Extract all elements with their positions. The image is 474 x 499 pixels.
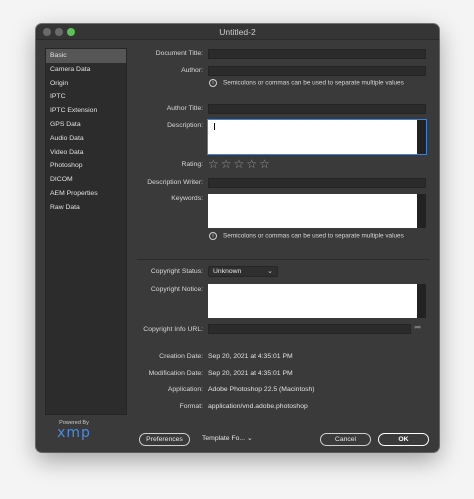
author-field[interactable] [208,66,426,76]
preferences-button[interactable]: Preferences [139,433,190,446]
xmp-logo-text: xmp [57,425,91,441]
author-title-label: Author Title: [166,105,203,112]
rating-label: Rating: [181,161,203,168]
author-label: Author: [181,67,203,74]
sidebar-item-origin[interactable]: Origin [46,77,126,91]
template-folder-label: Template Fo... [202,435,246,442]
keywords-scrollbar[interactable] [417,194,426,228]
keywords-hint: i Semicolons or commas can be used to sep… [209,232,404,240]
template-folder-menu[interactable]: Template Fo... ⌄ [202,434,253,442]
copyright-url-field[interactable] [208,324,411,334]
star-5-icon[interactable]: ☆ [259,157,272,171]
star-1-icon[interactable]: ☆ [208,157,221,171]
description-label: Description: [167,122,203,129]
section-divider [137,259,430,260]
sidebar-item-photoshop[interactable]: Photoshop [46,159,126,173]
document-title-field[interactable] [208,49,426,59]
sidebar-item-video-data[interactable]: Video Data [46,146,126,160]
sidebar-item-dicom[interactable]: DICOM [46,173,126,187]
copyright-url-label: Copyright Info URL: [143,326,203,333]
sidebar-item-iptc[interactable]: IPTC [46,90,126,104]
application-value: Adobe Photoshop 22.5 (Macintosh) [208,386,315,393]
sidebar-item-camera-data[interactable]: Camera Data [46,63,126,77]
keywords-hint-text: Semicolons or commas can be used to sepa… [223,232,404,240]
keywords-textarea[interactable] [208,194,426,228]
description-scrollbar[interactable] [417,120,426,154]
sidebar-item-gps-data[interactable]: GPS Data [46,118,126,132]
chevron-down-icon: ⌄ [267,268,273,275]
xmp-logo: Powered By xmp [49,420,99,440]
copyright-status-label: Copyright Status: [150,268,203,275]
info-icon: i [209,79,217,87]
modification-date-label: Modification Date: [148,370,203,377]
description-writer-label: Description Writer: [147,179,203,186]
copyright-notice-textarea[interactable] [208,284,426,318]
application-label: Application: [167,386,203,393]
copyright-status-value: Unknown [213,268,242,275]
creation-date-value: Sep 20, 2021 at 4:35:01 PM [208,353,293,360]
cancel-button[interactable]: Cancel [320,433,371,446]
star-2-icon[interactable]: ☆ [221,157,234,171]
category-sidebar: Basic Camera Data Origin IPTC IPTC Exten… [45,48,127,415]
info-icon: i [209,232,217,240]
document-title-label: Document Title: [155,50,203,57]
sidebar-item-iptc-extension[interactable]: IPTC Extension [46,104,126,118]
chevron-down-icon: ⌄ [246,435,253,442]
sidebar-item-aem-properties[interactable]: AEM Properties [46,187,126,201]
copyright-notice-label: Copyright Notice: [150,286,203,293]
star-3-icon[interactable]: ☆ [234,157,247,171]
text-caret [214,123,215,130]
author-title-field[interactable] [208,104,426,114]
copyright-notice-scrollbar[interactable] [417,284,426,318]
format-label: Format: [179,403,203,410]
modification-date-value: Sep 20, 2021 at 4:35:01 PM [208,370,293,377]
rating-stars: ☆☆☆☆☆ [208,158,272,170]
copyright-status-select[interactable]: Unknown ⌄ [208,266,278,277]
description-writer-field[interactable] [208,178,426,188]
go-to-url-icon[interactable]: ➦ [414,322,422,333]
creation-date-label: Creation Date: [159,353,203,360]
author-hint: i Semicolons or commas can be used to sep… [209,79,404,87]
sidebar-item-raw-data[interactable]: Raw Data [46,201,126,215]
keywords-label: Keywords: [171,195,203,202]
star-4-icon[interactable]: ☆ [246,157,259,171]
author-hint-text: Semicolons or commas can be used to sepa… [223,79,404,87]
description-textarea[interactable] [207,119,427,155]
file-info-dialog: Untitled-2 Basic Camera Data Origin IPTC… [36,24,439,452]
window-title: Untitled-2 [219,27,256,37]
format-value: application/vnd.adobe.photoshop [208,403,308,410]
sidebar-item-basic[interactable]: Basic [46,49,126,63]
sidebar-item-audio-data[interactable]: Audio Data [46,132,126,146]
title-bar: Untitled-2 [36,24,439,40]
ok-button[interactable]: OK [378,433,429,446]
